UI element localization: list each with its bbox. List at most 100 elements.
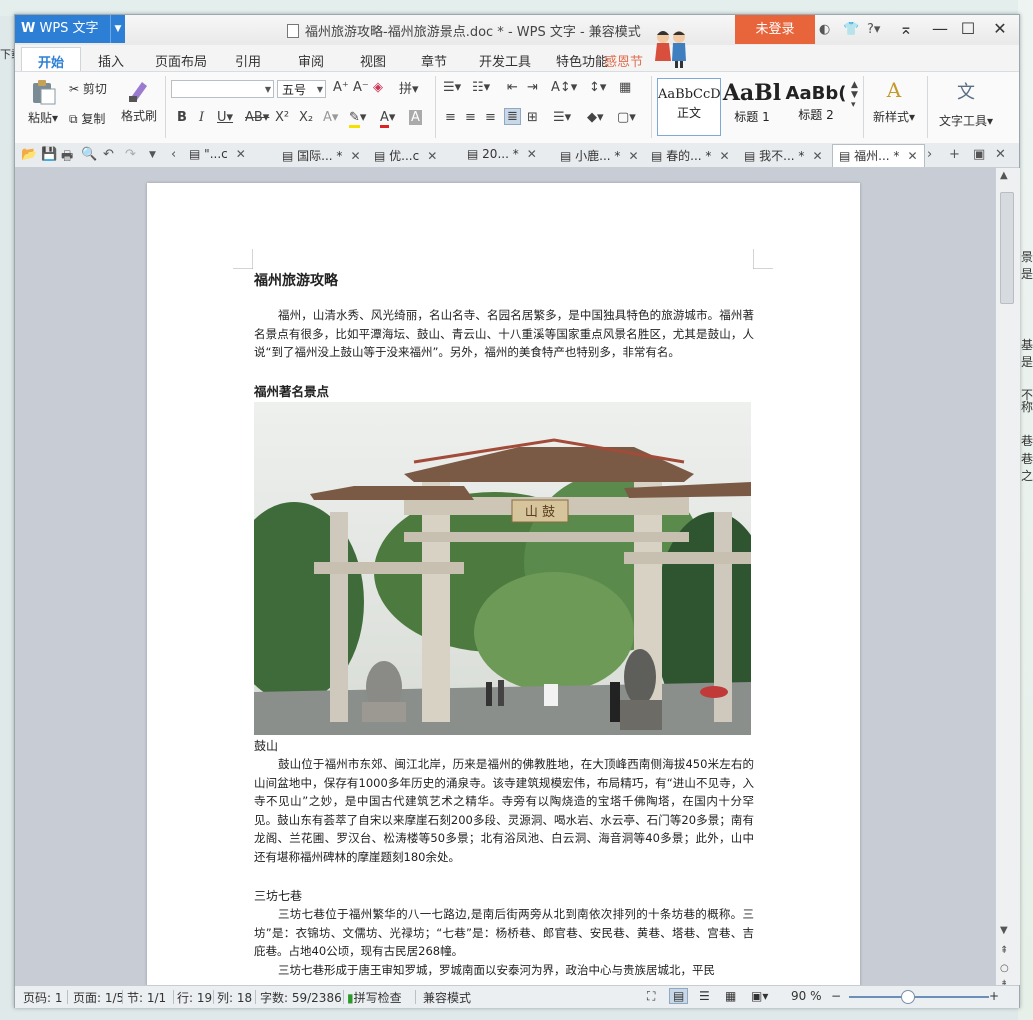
fullscreen-view-icon[interactable]: ⛶ xyxy=(647,989,655,1004)
tab-insert[interactable]: 插入 xyxy=(98,51,124,70)
shading-fill-icon[interactable]: ◆▾ xyxy=(587,110,604,125)
italic-icon[interactable]: I xyxy=(199,110,204,125)
tab-developer[interactable]: 开发工具 xyxy=(479,51,531,70)
close-button[interactable]: ✕ xyxy=(987,19,1013,38)
close-all-icon[interactable]: ✕ xyxy=(995,147,1006,162)
close-icon[interactable]: ✕ xyxy=(527,147,537,161)
page-view-icon[interactable]: ▤ xyxy=(669,988,689,1004)
open-icon[interactable]: 📂 xyxy=(21,147,37,162)
maximize-button[interactable]: ☐ xyxy=(955,19,981,38)
pinyin-guide-icon[interactable]: 拼▾ xyxy=(399,78,419,97)
help-button[interactable]: ?▾ xyxy=(867,22,880,37)
chevron-right-icon[interactable]: › xyxy=(927,147,932,162)
style-normal[interactable]: AaBbCcD 正文 xyxy=(657,78,721,136)
status-section[interactable]: 节: 1/1 xyxy=(127,989,166,1006)
underline-icon[interactable]: U▾ xyxy=(217,110,233,125)
zoom-out-icon[interactable]: − xyxy=(831,989,841,1003)
align-center-icon[interactable]: ≡ xyxy=(465,110,476,125)
collapse-ribbon-button[interactable]: ⌅ xyxy=(893,19,919,38)
close-icon[interactable]: ✕ xyxy=(628,149,638,163)
increase-indent-icon[interactable]: ⇥ xyxy=(527,80,538,95)
print-icon[interactable]: 🖶 xyxy=(61,147,73,169)
style-heading-1[interactable]: AaBl 标题 1 xyxy=(721,78,783,134)
tab-list-icon[interactable]: ▣ xyxy=(973,147,985,162)
close-icon[interactable]: ✕ xyxy=(427,149,437,163)
close-icon[interactable]: ✕ xyxy=(719,149,729,163)
status-word-count[interactable]: 字数: 59/2386 xyxy=(260,989,342,1006)
undo-icon[interactable]: ↶ xyxy=(103,147,114,162)
superscript-icon[interactable]: X² xyxy=(275,110,289,125)
copy-button[interactable]: ⧉ 复制 xyxy=(69,110,105,127)
style-heading-2[interactable]: AaBb( 标题 2 xyxy=(785,78,847,134)
font-size-select[interactable]: 五号 ▼ xyxy=(277,80,326,98)
styles-scroll-icon[interactable]: ▲ ▼ ▾ xyxy=(851,80,858,110)
web-view-icon[interactable]: ▣▾ xyxy=(751,989,768,1003)
close-icon[interactable]: ✕ xyxy=(236,147,246,161)
doc-tab[interactable]: ▤ 国际... * ✕ xyxy=(282,147,361,164)
bullet-list-icon[interactable]: ☰▾ xyxy=(443,80,461,95)
doc-tab[interactable]: ▤ 20... * ✕ xyxy=(467,147,537,161)
align-right-icon[interactable]: ≡ xyxy=(485,110,496,125)
numbered-list-icon[interactable]: ☷▾ xyxy=(472,80,490,95)
shirt-icon[interactable]: 👕 xyxy=(843,22,859,37)
borders-icon[interactable]: ▢▾ xyxy=(617,110,636,125)
paste-button[interactable]: 粘贴▾ xyxy=(25,78,61,126)
document-page[interactable]: 福州旅游攻略 福州，山清水秀、风光绮丽，名山名寺、名园名居繁多，是中国独具特色的… xyxy=(147,183,860,985)
reading-view-icon[interactable]: ▦ xyxy=(725,989,736,1003)
zoom-level[interactable]: 90 % xyxy=(791,989,822,1003)
status-row[interactable]: 行: 19 xyxy=(177,989,212,1006)
highlight-icon[interactable]: ✎▾ xyxy=(349,110,366,128)
close-icon[interactable]: ✕ xyxy=(907,149,917,163)
close-icon[interactable]: ✕ xyxy=(350,149,360,163)
decrease-indent-icon[interactable]: ⇤ xyxy=(507,80,518,95)
bold-icon[interactable]: B xyxy=(177,110,187,125)
doc-tab[interactable]: ▤ 优...c ✕ xyxy=(374,147,437,164)
zoom-slider-knob[interactable] xyxy=(901,990,915,1004)
wps-app-menu-button[interactable]: W WPS 文字 ▼ xyxy=(15,15,125,43)
text-effect-icon[interactable]: A▾ xyxy=(323,110,338,125)
tab-page-layout[interactable]: 页面布局 xyxy=(155,51,207,70)
save-icon[interactable]: 💾 xyxy=(41,147,57,162)
font-color-icon[interactable]: A▾ xyxy=(380,110,395,128)
login-button[interactable]: 未登录 xyxy=(735,15,815,44)
status-column[interactable]: 列: 18 xyxy=(217,989,252,1006)
zoom-slider[interactable] xyxy=(849,996,989,998)
tab-section[interactable]: 章节 xyxy=(421,51,447,70)
doc-tab[interactable]: ▤ 我不... * ✕ xyxy=(744,147,823,164)
scroll-thumb[interactable] xyxy=(1000,192,1014,304)
doc-tab-active[interactable]: ▤ 福州... * ✕ xyxy=(832,144,925,167)
doc-tab[interactable]: ▤ "...c ✕ xyxy=(189,147,246,161)
subscript-icon[interactable]: X₂ xyxy=(299,110,313,125)
vertical-scrollbar[interactable]: ▲ ▼ ⇞ ○ ⇟ xyxy=(995,168,1020,990)
cut-button[interactable]: ✂ 剪切 xyxy=(69,80,107,97)
font-name-select[interactable]: ▼ xyxy=(171,80,274,98)
spell-check-button[interactable]: ▮拼写检查 xyxy=(347,989,402,1006)
doc-tab[interactable]: ▤ 小鹿... * ✕ xyxy=(560,147,639,164)
align-left-icon[interactable]: ≡ xyxy=(445,110,456,125)
text-direction-icon[interactable]: A↕▾ xyxy=(551,80,577,95)
print-preview-icon[interactable]: 🔍 xyxy=(81,147,97,162)
tab-review[interactable]: 审阅 xyxy=(298,51,324,70)
new-style-button[interactable]: A 新样式▾ xyxy=(867,78,921,125)
sort-icon[interactable]: ↕▾ xyxy=(589,80,606,95)
chevron-down-icon[interactable]: ▼ xyxy=(149,150,156,160)
strikethrough-icon[interactable]: AB▾ xyxy=(245,110,269,125)
skin-icon[interactable]: ◐ xyxy=(819,22,830,37)
close-icon[interactable]: ✕ xyxy=(812,149,822,163)
chevron-down-icon[interactable]: ▼ xyxy=(110,15,125,43)
previous-page-icon[interactable]: ⇞ xyxy=(1000,945,1008,956)
table-grid-icon[interactable]: ▦ xyxy=(619,80,631,95)
minimize-button[interactable]: — xyxy=(927,19,953,38)
grow-font-icon[interactable]: A⁺ xyxy=(333,80,349,95)
clear-format-icon[interactable]: ◈ xyxy=(373,80,383,95)
distributed-icon[interactable]: ⊞ xyxy=(527,110,538,125)
doc-tab[interactable]: ▤ 春的... * ✕ xyxy=(651,147,730,164)
justify-icon[interactable]: ≣ xyxy=(504,108,521,125)
zoom-in-icon[interactable]: + xyxy=(989,989,999,1003)
redo-icon[interactable]: ↷ xyxy=(125,147,136,162)
select-browse-object-icon[interactable]: ○ xyxy=(1000,963,1009,974)
outline-view-icon[interactable]: ☰ xyxy=(699,989,710,1003)
tab-references[interactable]: 引用 xyxy=(235,51,261,70)
status-page-code[interactable]: 页码: 1 xyxy=(23,989,63,1006)
status-page[interactable]: 页面: 1/5 xyxy=(73,989,124,1006)
